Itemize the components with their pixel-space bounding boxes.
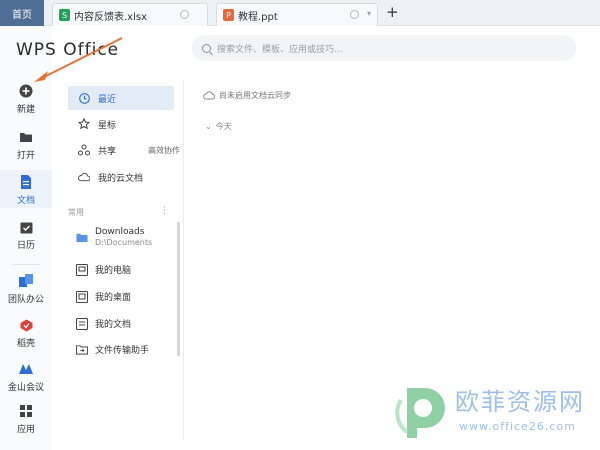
nav-star-label: 星标 xyxy=(98,120,117,131)
fav-downloads-path: D:\Documents xyxy=(95,238,153,247)
rail-calendar-label: 日历 xyxy=(16,241,35,251)
watermark-logo-icon xyxy=(395,388,445,438)
fav-downloads-label: Downloads xyxy=(95,227,145,237)
fav-pc-label: 我的电脑 xyxy=(95,266,132,276)
cloud-status-icon xyxy=(180,10,189,19)
cloud-status-icon xyxy=(350,10,359,19)
more-options-icon[interactable]: ⋮ xyxy=(160,206,169,216)
rail-draft[interactable]: 稻壳 xyxy=(0,318,52,350)
clock-icon xyxy=(78,92,90,104)
today-label: 今天 xyxy=(215,122,232,131)
tab-xlsx[interactable]: S 内容反馈表.xlsx xyxy=(52,3,208,26)
rail-new-label: 新建 xyxy=(16,105,35,115)
watermark-url: www.office26.com xyxy=(459,420,576,433)
rail-apps[interactable]: 应用 xyxy=(0,404,52,436)
team-icon xyxy=(19,274,33,288)
folder-icon xyxy=(19,130,33,144)
presentation-icon: P xyxy=(223,9,234,21)
tab-bar: 首页 S 内容反馈表.xlsx P 教程.ppt ▾ + xyxy=(0,0,600,26)
nav-share-aside[interactable]: 高效协作 xyxy=(148,145,180,156)
my-documents-icon xyxy=(76,317,88,330)
rail-apps-label: 应用 xyxy=(16,425,35,435)
rail-team-label: 团队办公 xyxy=(7,295,44,305)
fav-pc[interactable]: 我的电脑 xyxy=(76,263,131,276)
cloud-sync-label: 尚未启用文档云同步 xyxy=(219,91,291,100)
common-group-label: 常用 xyxy=(68,208,84,217)
tab-home[interactable]: 首页 xyxy=(0,0,44,26)
rail-calendar[interactable]: 日历 xyxy=(0,220,52,252)
cloud-icon xyxy=(203,91,215,100)
search-placeholder: 搜索文件、模板、应用或技巧... xyxy=(217,44,343,55)
watermark: 欧菲资源网 www.office26.com xyxy=(393,380,593,442)
rail-new[interactable]: 新建 xyxy=(0,84,52,116)
search-icon xyxy=(202,43,211,53)
rail-docs[interactable]: 文档 xyxy=(0,170,52,208)
fav-transfer[interactable]: 文件传输助手 xyxy=(76,343,149,356)
fav-mydocs[interactable]: 我的文档 xyxy=(76,317,131,330)
annotation-arrow xyxy=(34,37,123,82)
nav-cloud-label: 我的云文档 xyxy=(98,173,144,184)
file-nav-panel: 最近 星标 共享 高效协作 我的云文档 常用 ⋮ Downloads D:\Do… xyxy=(60,80,184,440)
rail-meeting-label: 金山会议 xyxy=(7,383,44,393)
scrollbar[interactable] xyxy=(177,222,180,356)
fav-desktop[interactable]: 我的桌面 xyxy=(76,290,131,303)
tab-xlsx-label: 内容反馈表.xlsx xyxy=(74,11,148,23)
new-tab-button[interactable]: + xyxy=(386,3,399,21)
document-icon xyxy=(19,175,33,189)
nav-recent-label: 最近 xyxy=(98,94,117,105)
nav-share[interactable]: 共享 高效协作 xyxy=(68,138,180,162)
nav-share-label: 共享 xyxy=(98,146,117,157)
rail-divider xyxy=(12,264,40,265)
rail-docs-label: 文档 xyxy=(16,196,35,206)
cloud-sync-notice[interactable]: 尚未启用文档云同步 xyxy=(203,90,291,101)
meeting-icon xyxy=(19,362,33,376)
cloud-icon xyxy=(78,171,90,183)
fav-mydocs-label: 我的文档 xyxy=(95,320,132,330)
fav-transfer-label: 文件传输助手 xyxy=(95,346,150,356)
nav-recent[interactable]: 最近 xyxy=(68,86,174,110)
nav-cloud[interactable]: 我的云文档 xyxy=(68,165,174,189)
rail-team[interactable]: 团队办公 xyxy=(0,274,52,306)
rail-meeting[interactable]: 金山会议 xyxy=(0,362,52,394)
fav-desktop-label: 我的桌面 xyxy=(95,293,132,303)
transfer-folder-icon xyxy=(76,344,88,356)
folder-icon xyxy=(76,231,88,243)
apps-grid-icon xyxy=(19,404,33,418)
computer-icon xyxy=(76,263,88,276)
tab-ppt[interactable]: P 教程.ppt ▾ xyxy=(216,3,378,26)
search-input[interactable]: 搜索文件、模板、应用或技巧... xyxy=(192,35,576,61)
fav-downloads[interactable]: Downloads D:\Documents xyxy=(76,227,152,247)
today-group[interactable]: ⌄ 今天 xyxy=(205,121,232,132)
watermark-text: 欧菲资源网 xyxy=(455,388,585,416)
nav-star[interactable]: 星标 xyxy=(68,112,174,136)
tab-ppt-label: 教程.ppt xyxy=(238,11,278,23)
spreadsheet-icon: S xyxy=(59,9,70,21)
tab-home-label: 首页 xyxy=(12,9,32,21)
draft-icon xyxy=(19,318,33,332)
chevron-down-icon: ⌄ xyxy=(205,122,212,131)
chevron-down-icon[interactable]: ▾ xyxy=(367,9,371,18)
rail-open[interactable]: 打开 xyxy=(0,130,52,162)
desktop-icon xyxy=(76,290,88,303)
rail-draft-label: 稻壳 xyxy=(16,339,35,349)
rail-open-label: 打开 xyxy=(16,151,35,161)
star-icon xyxy=(78,118,90,130)
calendar-icon xyxy=(19,220,33,234)
share-icon xyxy=(78,144,90,156)
